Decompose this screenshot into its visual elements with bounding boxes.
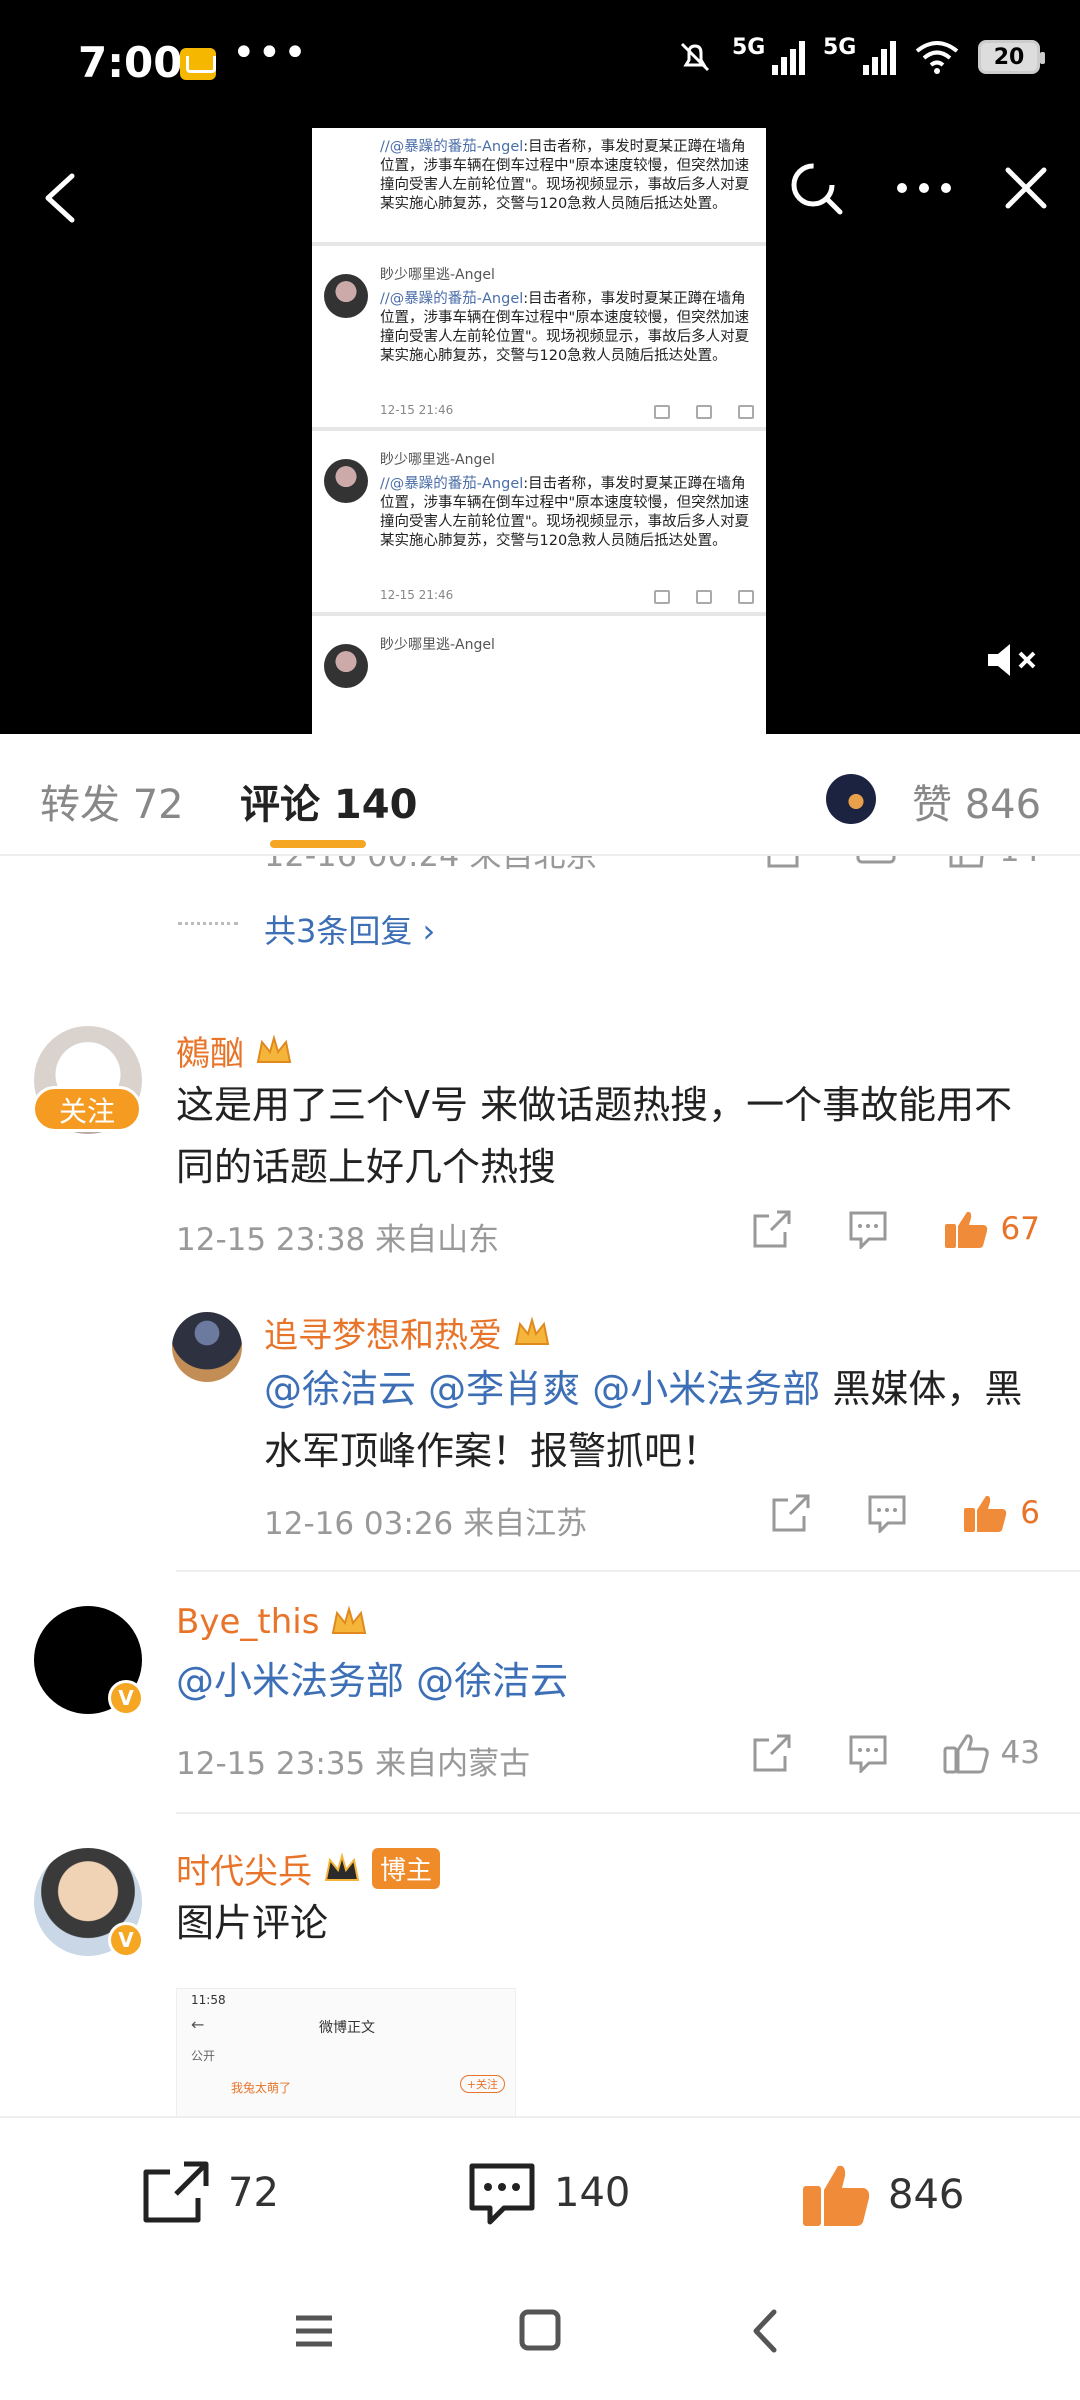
avatar[interactable]: 关注 (32, 1026, 142, 1134)
share-button[interactable]: 72 (140, 2160, 279, 2226)
screenshot-post: 眇少哪里逃-Angel //@暴躁的番茄-Angel:目击者称，事发时夏某正蹲在… (312, 246, 766, 431)
share-icon (143, 2161, 209, 2223)
divider (176, 1570, 1080, 1572)
share-icon[interactable] (751, 1208, 793, 1250)
comment-text: @小米法务部 @徐洁云 (176, 1650, 1040, 1712)
thumbs-up-filled-icon (803, 2165, 870, 2226)
comment-button[interactable]: 140 (466, 2160, 630, 2226)
chevron-right-icon: › (422, 912, 436, 950)
comment-text: 图片评论 (176, 1901, 329, 1945)
like-button[interactable]: 846 (800, 2160, 964, 2230)
mention-link[interactable]: @小米法务部 (592, 1367, 820, 1411)
viewer-toolbar (786, 158, 1050, 218)
screenshot-post: //@暴躁的番茄-Angel:目击者称，事发时夏某正蹲在墙角位置，涉事车辆在倒车… (312, 128, 766, 246)
previous-comment-meta: 12-16 00:24 来自北京 14 (264, 856, 1040, 880)
crown-icon (256, 1033, 292, 1063)
share-icon[interactable] (770, 1492, 812, 1534)
mention-link[interactable]: @李肖爽 (428, 1367, 580, 1411)
screenshot-image[interactable]: //@暴躁的番茄-Angel:目击者称，事发时夏某正蹲在墙角位置，涉事车辆在倒车… (312, 128, 766, 734)
screenshot-post: 眇少哪里逃-Angel //@暴躁的番茄-Angel:目击者称，事发时夏某正蹲在… (312, 431, 766, 616)
verified-badge-icon: V (108, 1680, 144, 1716)
back-icon[interactable] (736, 2306, 796, 2356)
signal-2-icon: 5G (823, 35, 896, 75)
mute-bell-icon (680, 42, 710, 72)
comment-icon[interactable] (855, 856, 897, 870)
reply-author[interactable]: 追寻梦想和热爱 (264, 1308, 552, 1357)
battery-icon: 20 (978, 40, 1045, 74)
avatar (324, 644, 368, 688)
more-options-icon[interactable] (894, 178, 954, 198)
comment-icon[interactable] (847, 1733, 889, 1773)
comment-text: 这是用了三个Ⅴ号 来做话题热搜，一个事故能用不同的话题上好几个热搜 (176, 1083, 1013, 1189)
share-icon[interactable] (751, 1732, 793, 1774)
reply-text: @徐洁云 @李肖爽 @小米法务部 黑媒体，黑水军顶峰作案！报警抓吧！ (264, 1367, 1023, 1473)
more-notifications-indicator: ••• (232, 30, 309, 76)
avatar[interactable]: V (34, 1848, 144, 1958)
thumbs-up-filled-icon (964, 1495, 1007, 1532)
avatar (324, 274, 368, 318)
visual-search-icon[interactable] (786, 158, 846, 218)
bottom-action-bar: 72 140 846 (0, 2116, 1080, 2266)
like-button[interactable]: 14 (947, 856, 1040, 870)
verified-badge-icon: V (108, 1922, 144, 1958)
image-viewer[interactable]: //@暴躁的番茄-Angel:目击者称，事发时夏某正蹲在墙角位置，涉事车辆在倒车… (0, 128, 1080, 734)
comment-list[interactable]: 12-16 00:24 来自北京 14 共3条回复 › 关注 鵺酗 这是用了三个… (0, 856, 1080, 2116)
status-bar: 7:00 ••• 5G 5G 20 (0, 0, 1080, 128)
menu-icon[interactable] (284, 2306, 344, 2356)
signal-1-icon: 5G (732, 35, 805, 75)
close-icon[interactable] (1002, 164, 1050, 212)
mention-link[interactable]: @徐洁云 (264, 1367, 416, 1411)
back-arrow-icon[interactable] (38, 168, 82, 228)
comment-author[interactable]: 鵺酗 (176, 1026, 294, 1075)
active-tab-indicator (270, 840, 366, 848)
crown-icon (324, 1851, 360, 1881)
wifi-icon (915, 41, 959, 74)
mention-link[interactable]: @小米法务部 (176, 1659, 404, 1703)
tab-comment[interactable]: 评论 140 (240, 772, 417, 830)
home-icon[interactable] (510, 2306, 570, 2356)
share-icon[interactable] (765, 856, 805, 870)
comment-meta: 12-15 23:38 来自山东 (176, 1222, 500, 1258)
follow-button[interactable]: 关注 (32, 1086, 142, 1132)
avatar (324, 459, 368, 503)
comment-meta: 12-15 23:35 来自内蒙古 (176, 1746, 531, 1782)
comment-icon (469, 2163, 535, 2225)
comment-image[interactable]: 11:58 微博正文 ← 公开 我兔太萌了 +关注 (176, 1988, 516, 2116)
volume-mute-icon[interactable] (984, 640, 1042, 680)
like-button[interactable]: 6 (962, 1492, 1040, 1534)
crown-icon (514, 1315, 550, 1345)
avatar (826, 774, 876, 824)
comment-author[interactable]: 时代尖兵 博主 (176, 1844, 441, 1893)
crown-icon (332, 1605, 367, 1634)
tab-like[interactable]: 赞 846 (912, 772, 1041, 830)
status-time: 7:00 (78, 38, 183, 87)
thumbs-up-icon (943, 1734, 989, 1774)
like-button[interactable]: 43 (943, 1732, 1040, 1774)
tab-repost[interactable]: 转发 72 (40, 772, 184, 830)
screenshot-post: 眇少哪里逃-Angel (312, 616, 766, 734)
reply-meta: 12-16 03:26 来自江苏 (264, 1506, 588, 1542)
avatar[interactable] (172, 1312, 242, 1382)
status-icons: 5G 5G 20 (676, 35, 1045, 76)
comment-author[interactable]: Bye_this (176, 1602, 369, 1642)
detail-tabs: 转发 72 评论 140 赞 846 (0, 734, 1080, 856)
blogger-tag: 博主 (372, 1848, 441, 1889)
thumbs-up-filled-icon (944, 1211, 987, 1248)
mail-notification-icon (180, 48, 216, 80)
comment-icon[interactable] (866, 1493, 908, 1533)
thumbs-up-icon (949, 856, 984, 868)
divider (176, 1812, 1080, 1814)
mention-link[interactable]: @徐洁云 (416, 1659, 568, 1703)
like-button[interactable]: 67 (943, 1208, 1040, 1250)
more-replies-link[interactable]: 共3条回复 › (178, 906, 435, 952)
avatar[interactable]: V (34, 1606, 144, 1716)
system-nav-bar (0, 2266, 1080, 2400)
comment-icon[interactable] (847, 1209, 889, 1249)
